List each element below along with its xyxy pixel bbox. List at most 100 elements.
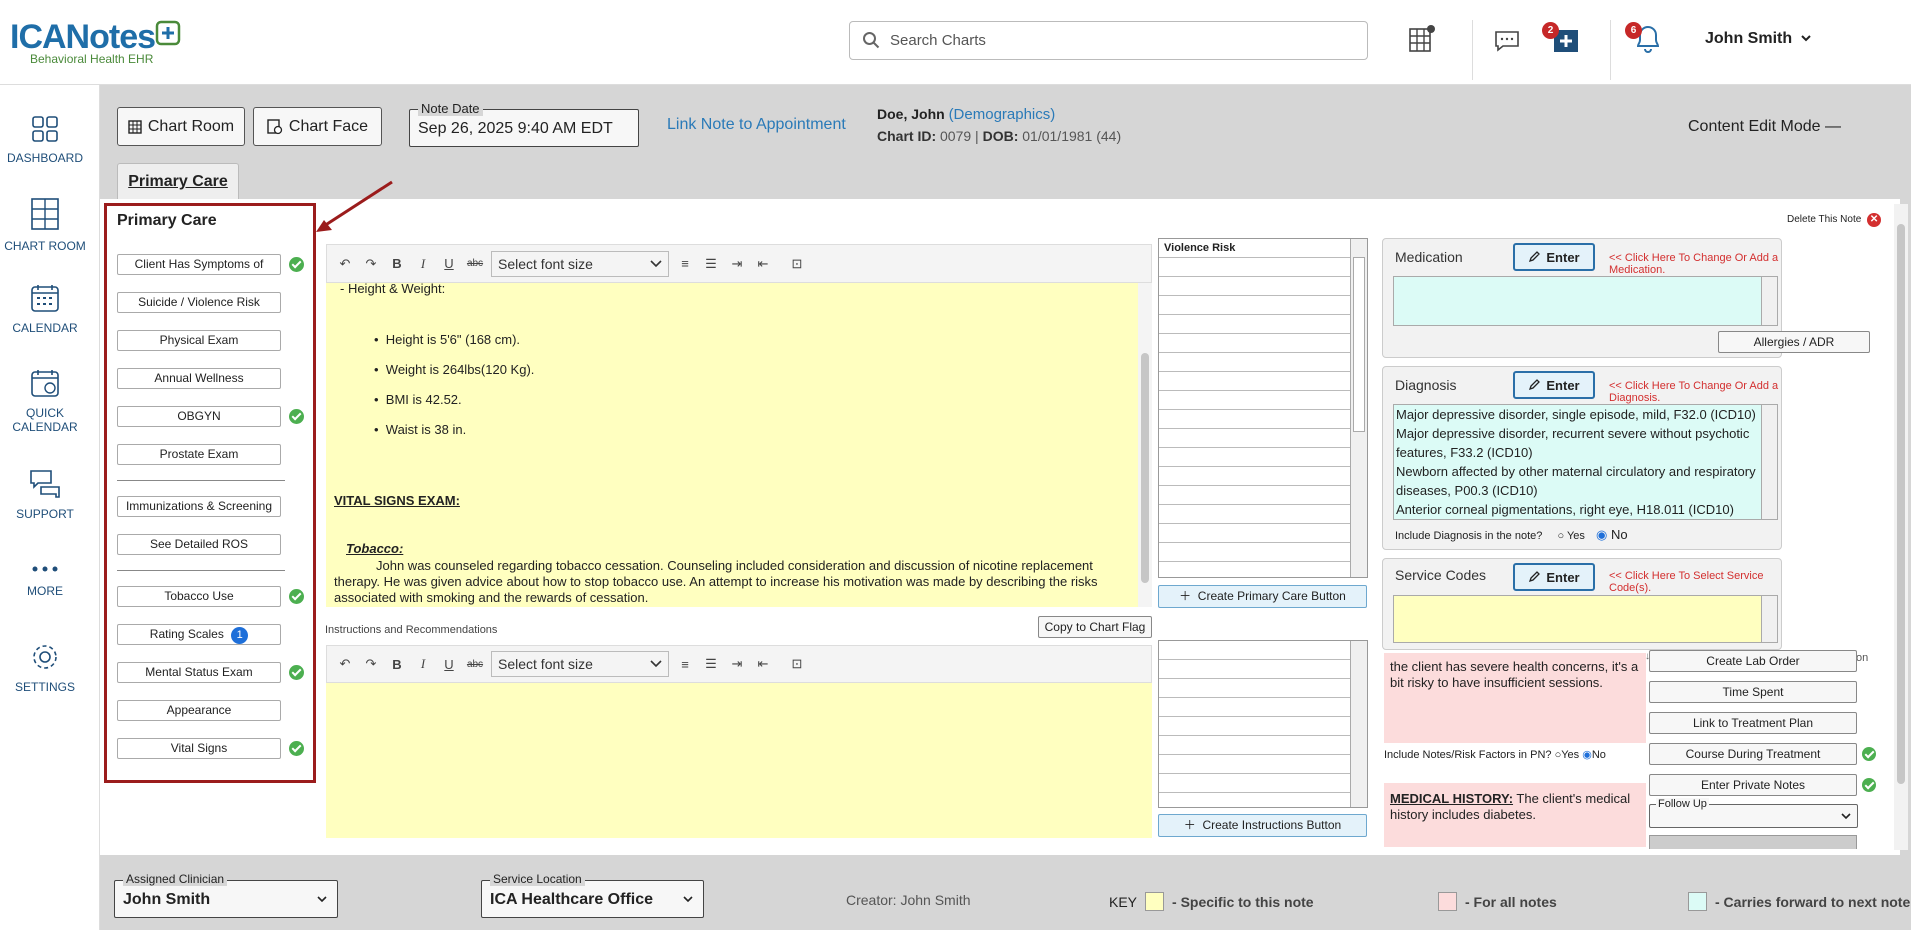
nav-more[interactable]: MORE: [0, 562, 90, 598]
grid-row[interactable]: [1159, 391, 1350, 410]
messages-button[interactable]: 2: [1542, 22, 1582, 59]
redo-icon[interactable]: ↷: [361, 254, 381, 274]
content-edit-mode[interactable]: Content Edit Mode —: [1688, 118, 1841, 136]
grid-row[interactable]: [1159, 505, 1350, 524]
btn-mental-status[interactable]: Mental Status Exam: [117, 662, 281, 683]
bold-icon[interactable]: B: [387, 654, 407, 674]
user-menu[interactable]: John Smith: [1705, 30, 1811, 48]
underline-icon[interactable]: U: [439, 654, 459, 674]
outdent-icon[interactable]: ⇤: [753, 654, 773, 674]
grid-row[interactable]: [1159, 353, 1350, 372]
notifications-button[interactable]: 6: [1624, 20, 1664, 61]
btn-prostate-exam[interactable]: Prostate Exam: [117, 444, 281, 465]
grid-row[interactable]: [1159, 660, 1350, 679]
time-spent-button[interactable]: Time Spent: [1649, 681, 1857, 703]
grid-row[interactable]: [1159, 543, 1350, 562]
btn-vital-signs[interactable]: Vital Signs: [117, 738, 281, 759]
ordered-list-icon[interactable]: ≡: [675, 254, 695, 274]
include-diagnosis-yes[interactable]: ○ Yes: [1557, 530, 1584, 542]
search-input[interactable]: Search Charts: [849, 21, 1368, 60]
hidden-button[interactable]: [1649, 835, 1857, 849]
grid-row[interactable]: [1159, 679, 1350, 698]
include-diagnosis-no[interactable]: ◉ No: [1596, 527, 1628, 542]
demographics-link[interactable]: (Demographics): [949, 106, 1056, 123]
indent-icon[interactable]: ⇥: [727, 654, 747, 674]
service-codes-enter-button[interactable]: Enter: [1513, 563, 1595, 591]
grid-row[interactable]: [1159, 258, 1350, 277]
copy-to-chart-flag-button[interactable]: Copy to Chart Flag: [1038, 616, 1152, 638]
grid-scrollbar[interactable]: [1350, 641, 1367, 807]
service-codes-list[interactable]: [1393, 595, 1778, 643]
medication-list[interactable]: [1393, 276, 1778, 326]
delete-note[interactable]: Delete This Note ✕: [1787, 213, 1882, 227]
ordered-list-icon[interactable]: ≡: [675, 654, 695, 674]
underline-icon[interactable]: U: [439, 254, 459, 274]
create-lab-order-button[interactable]: Create Lab Order: [1649, 650, 1857, 672]
chat-icon[interactable]: [1494, 30, 1520, 52]
btn-detailed-ros[interactable]: See Detailed ROS: [117, 534, 281, 555]
btn-annual-wellness[interactable]: Annual Wellness: [117, 368, 281, 389]
strikethrough-icon[interactable]: abc: [465, 254, 485, 274]
btn-appearance[interactable]: Appearance: [117, 700, 281, 721]
chart-face-button[interactable]: Chart Face: [253, 107, 382, 146]
grid-row[interactable]: [1159, 429, 1350, 448]
italic-icon[interactable]: I: [413, 654, 433, 674]
grid-row[interactable]: [1159, 717, 1350, 736]
grid-row[interactable]: [1159, 774, 1350, 793]
bullet-list-icon[interactable]: ☰: [701, 254, 721, 274]
medical-history[interactable]: MEDICAL HISTORY: The client's medical hi…: [1384, 783, 1646, 847]
grid-row[interactable]: [1159, 736, 1350, 755]
italic-icon[interactable]: I: [413, 254, 433, 274]
enter-private-notes-button[interactable]: Enter Private Notes: [1649, 774, 1857, 796]
create-primary-care-button[interactable]: ＋ Create Primary Care Button: [1158, 585, 1367, 608]
logo[interactable]: ICANotes Behavioral Health EHR: [10, 20, 181, 66]
primary-care-editor[interactable]: - Height & Weight: • Height is 5'6" (168…: [326, 283, 1152, 607]
grid-row[interactable]: [1159, 755, 1350, 774]
undo-icon[interactable]: ↶: [335, 654, 355, 674]
follow-up-select[interactable]: Follow Up: [1649, 798, 1858, 828]
grid-row[interactable]: [1159, 277, 1350, 296]
instructions-grid[interactable]: [1158, 640, 1368, 808]
link-treatment-plan-button[interactable]: Link to Treatment Plan: [1649, 712, 1857, 734]
risk-notes[interactable]: the client has severe health concerns, i…: [1384, 653, 1646, 743]
grid-scrollbar[interactable]: [1350, 239, 1367, 577]
btn-physical-exam[interactable]: Physical Exam: [117, 330, 281, 351]
grid-row[interactable]: [1159, 448, 1350, 467]
grid-row[interactable]: [1159, 524, 1350, 543]
nav-dashboard[interactable]: DASHBOARD: [0, 115, 90, 165]
btn-obgyn[interactable]: OBGYN: [117, 406, 281, 427]
grid-row[interactable]: [1159, 486, 1350, 505]
btn-rating-scales[interactable]: Rating Scales 1: [117, 624, 281, 645]
chart-room-button[interactable]: Chart Room: [117, 107, 245, 146]
chart-grid-icon[interactable]: [1408, 24, 1436, 54]
strikethrough-icon[interactable]: abc: [465, 654, 485, 674]
outdent-icon[interactable]: ⇤: [753, 254, 773, 274]
grid-row[interactable]: [1159, 296, 1350, 315]
violence-risk-grid[interactable]: Violence Risk: [1158, 238, 1368, 578]
btn-tobacco-use[interactable]: Tobacco Use: [117, 586, 281, 607]
page-scrollbar[interactable]: [1894, 204, 1908, 850]
tab-primary-care[interactable]: Primary Care: [117, 163, 239, 200]
nav-support[interactable]: SUPPORT: [0, 469, 90, 521]
note-date-field[interactable]: Note Date Sep 26, 2025 9:40 AM EDT: [409, 101, 639, 147]
grid-row[interactable]: [1159, 315, 1350, 334]
grid-row[interactable]: [1159, 372, 1350, 391]
grid-row[interactable]: [1159, 562, 1350, 577]
medication-enter-button[interactable]: Enter: [1513, 243, 1595, 271]
course-during-treatment-button[interactable]: Course During Treatment: [1649, 743, 1857, 765]
diagnosis-enter-button[interactable]: Enter: [1513, 371, 1595, 399]
grid-row[interactable]: [1159, 698, 1350, 717]
grid-row[interactable]: [1159, 793, 1350, 807]
include-risk-no[interactable]: ◉No: [1582, 749, 1606, 761]
font-size-select[interactable]: Select font size: [491, 651, 669, 677]
btn-suicide-violence[interactable]: Suicide / Violence Risk: [117, 292, 281, 313]
btn-immunizations[interactable]: Immunizations & Screening: [117, 496, 281, 517]
grid-row[interactable]: [1159, 334, 1350, 353]
link-note-to-appointment[interactable]: Link Note to Appointment: [667, 116, 846, 134]
bullet-list-icon[interactable]: ☰: [701, 654, 721, 674]
instructions-editor[interactable]: [326, 683, 1152, 838]
nav-settings[interactable]: SETTINGS: [0, 642, 90, 694]
assigned-clinician-select[interactable]: Assigned Clinician John Smith: [114, 872, 338, 918]
bold-icon[interactable]: B: [387, 254, 407, 274]
diagnosis-list[interactable]: Major depressive disorder, single episod…: [1393, 404, 1778, 520]
